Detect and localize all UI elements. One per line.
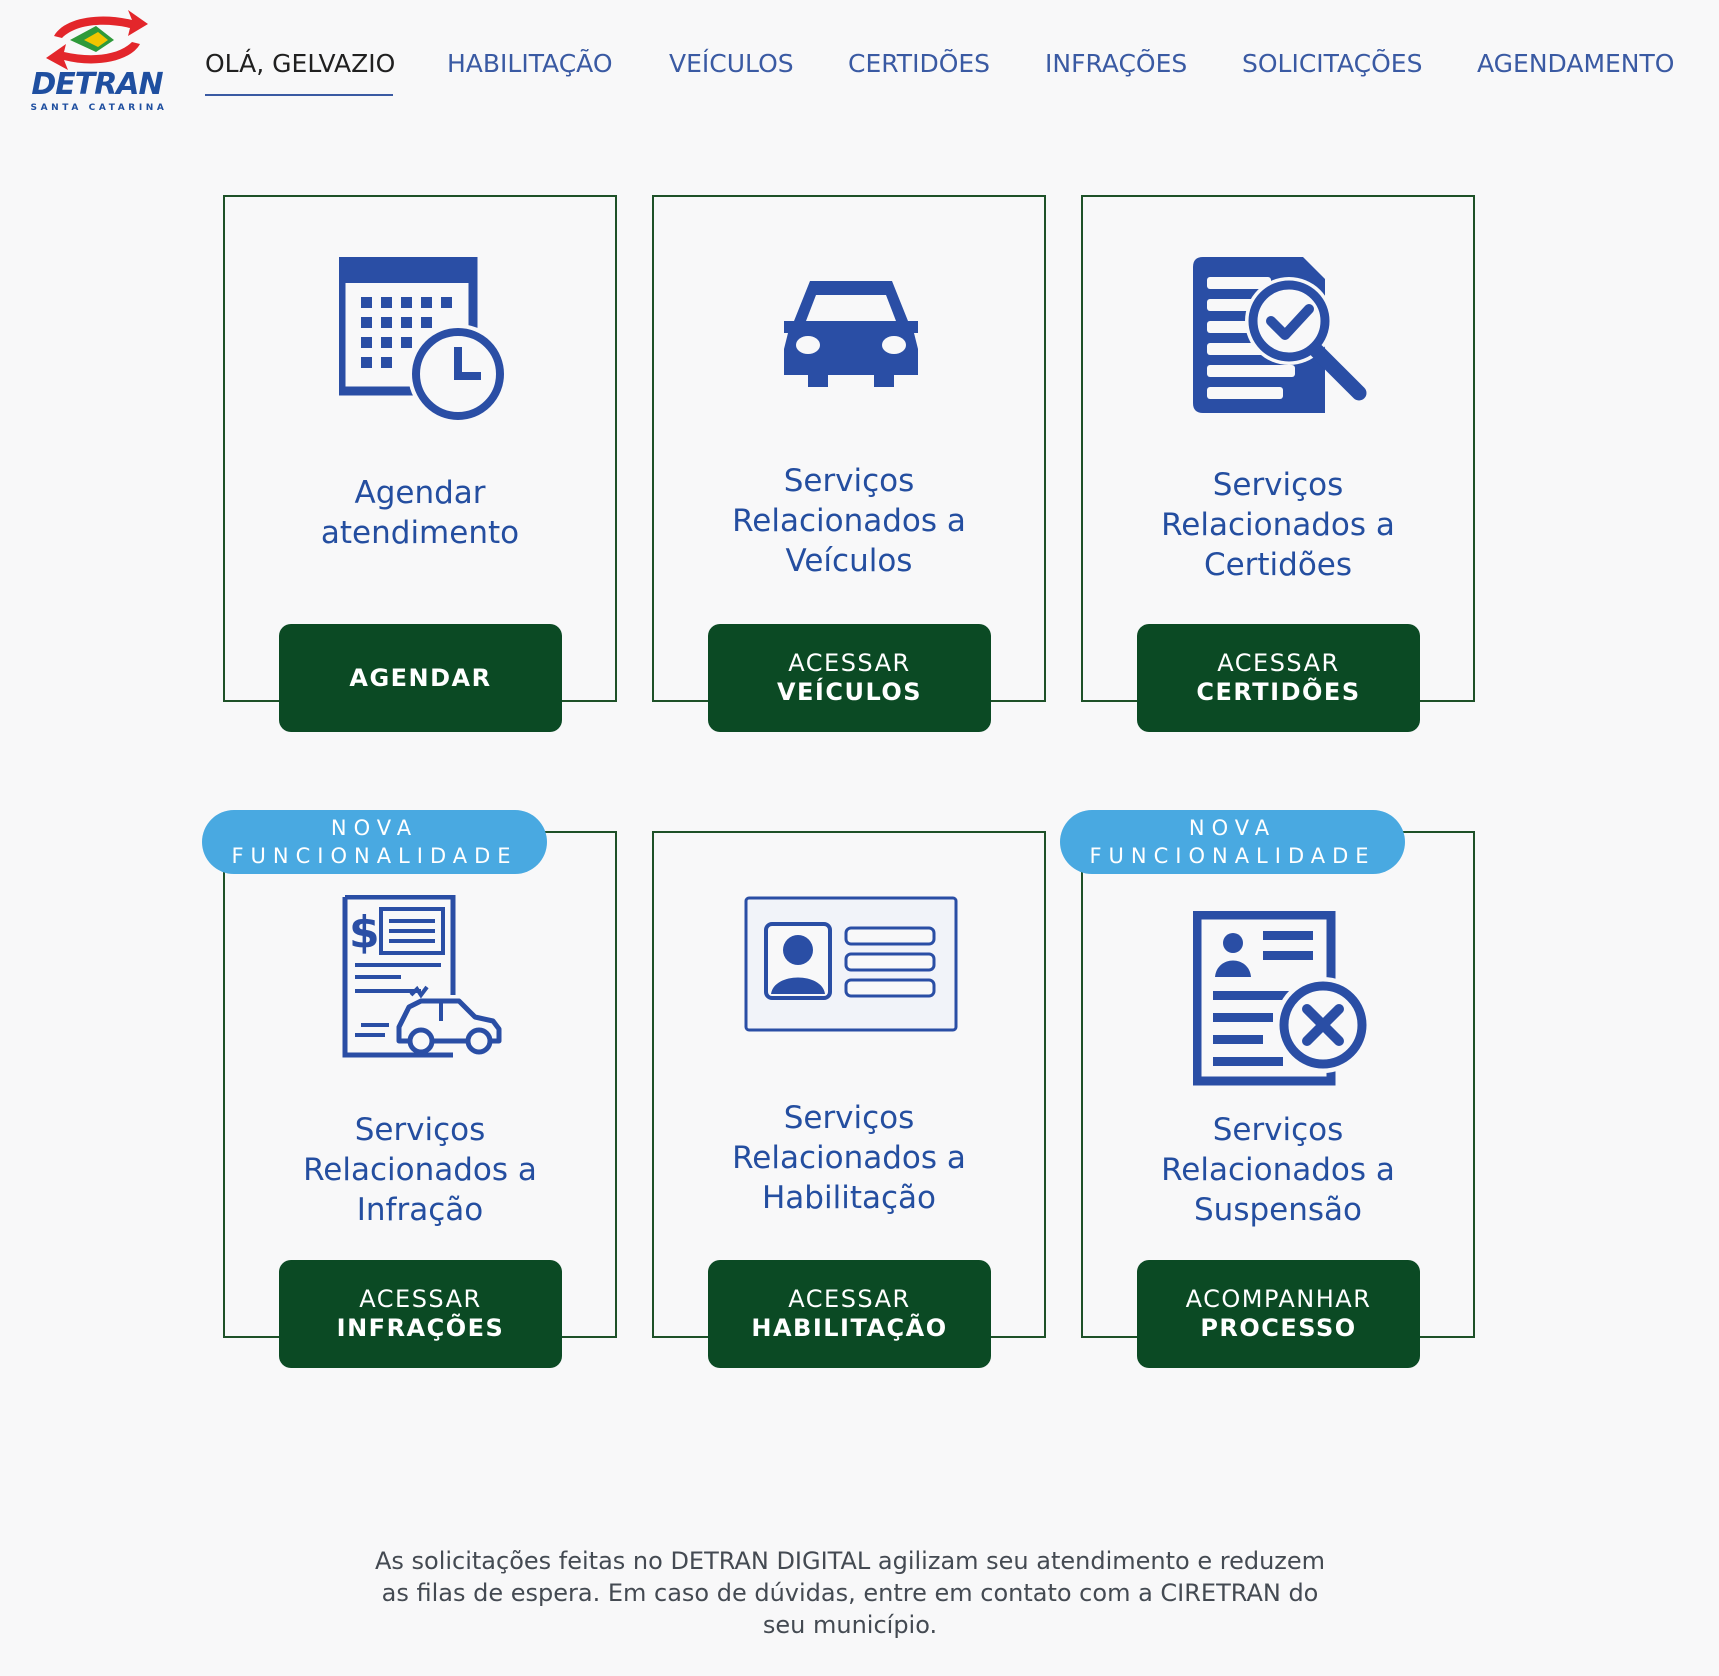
acessar-habilitacao-button[interactable]: ACESSAR HABILITAÇÃO bbox=[708, 1260, 991, 1368]
fine-ticket-car-icon: $ bbox=[342, 895, 502, 1058]
acessar-certidoes-button[interactable]: ACESSAR CERTIDÕES bbox=[1137, 624, 1420, 732]
document-search-check-icon bbox=[1193, 257, 1367, 413]
agendar-button[interactable]: AGENDAR bbox=[279, 624, 562, 732]
nav-habilitacao[interactable]: HABILITAÇÃO bbox=[447, 44, 613, 84]
nav-agendamento[interactable]: AGENDAMENTO bbox=[1477, 44, 1674, 84]
acompanhar-processo-button[interactable]: ACOMPANHAR PROCESSO bbox=[1137, 1260, 1420, 1368]
card-title: Agendar atendimento bbox=[320, 475, 520, 551]
nova-funcionalidade-badge: NOVA FUNCIONALIDADE bbox=[1060, 810, 1405, 874]
car-icon bbox=[784, 281, 918, 387]
logo-wordmark: DETRAN bbox=[31, 67, 163, 102]
detran-logo[interactable]: DETRAN SANTA CATARINA bbox=[24, 6, 168, 114]
nav-active-indicator bbox=[205, 94, 393, 96]
nova-funcionalidade-badge: NOVA FUNCIONALIDADE bbox=[202, 810, 547, 874]
card-title: Serviços Relacionados a Veículos bbox=[732, 463, 966, 579]
calendar-clock-icon bbox=[339, 257, 505, 423]
nav-certidoes[interactable]: CERTIDÕES bbox=[848, 44, 990, 84]
logo-arrows-icon bbox=[46, 10, 148, 70]
acessar-veiculos-button[interactable]: ACESSAR VEÍCULOS bbox=[708, 624, 991, 732]
nav-veiculos[interactable]: VEÍCULOS bbox=[669, 44, 794, 84]
svg-text:$: $ bbox=[349, 907, 380, 958]
nav-infracoes[interactable]: INFRAÇÕES bbox=[1045, 44, 1187, 84]
card-title: Serviços Relacionados a Infração bbox=[303, 1112, 537, 1228]
document-user-cancel-icon bbox=[1193, 911, 1369, 1086]
nav-solicitacoes[interactable]: SOLICITAÇÕES bbox=[1242, 44, 1422, 84]
logo-subtitle: SANTA CATARINA bbox=[30, 103, 168, 113]
nav-greeting[interactable]: OLÁ, GELVAZIO bbox=[205, 44, 395, 84]
card-title: Serviços Relacionados a Suspensão bbox=[1161, 1112, 1395, 1228]
card-title: Serviços Relacionados a Habilitação bbox=[732, 1100, 966, 1216]
license-card-icon bbox=[744, 896, 958, 1032]
acessar-infracoes-button[interactable]: ACESSAR INFRAÇÕES bbox=[279, 1260, 562, 1368]
footer-info-text: As solicitações feitas no DETRAN DIGITAL… bbox=[374, 1547, 1326, 1639]
card-title: Serviços Relacionados a Certidões bbox=[1161, 467, 1395, 583]
